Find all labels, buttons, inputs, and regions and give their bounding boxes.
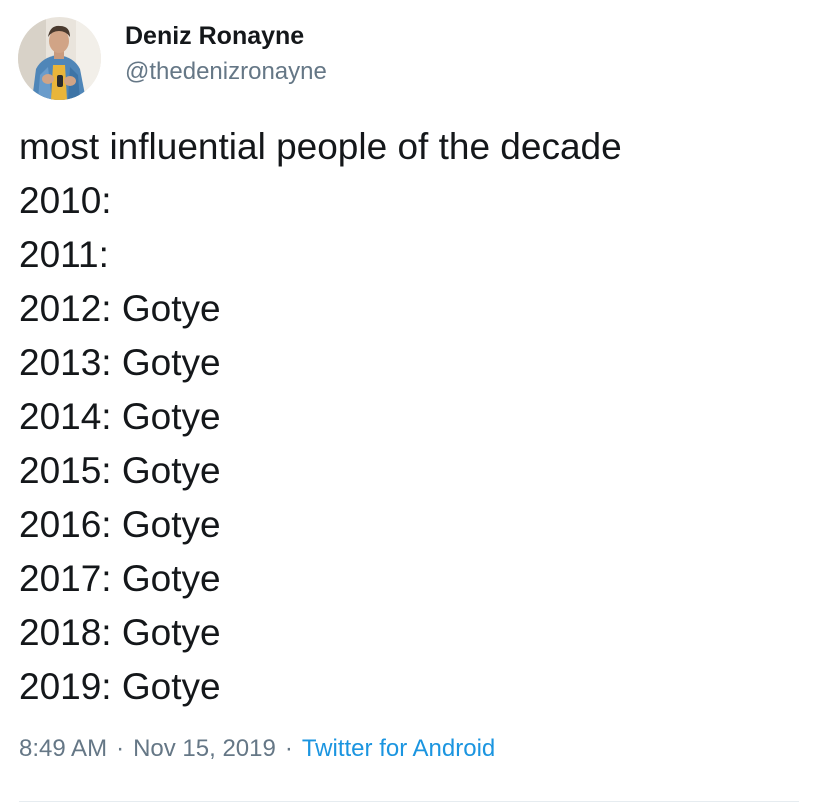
tweet-text: most influential people of the decade 20… — [19, 120, 799, 714]
tweet-line: 2018: Gotye — [19, 612, 221, 653]
author-handle[interactable]: @thedenizronayne — [125, 58, 327, 86]
tweet-date-link[interactable]: Nov 15, 2019 — [133, 735, 276, 762]
tweet-time-link[interactable]: 8:49 AM — [19, 735, 107, 762]
author-name[interactable]: Deniz Ronayne — [125, 22, 304, 51]
tweet-line: 2011: — [19, 234, 109, 275]
tweet-source-link[interactable]: Twitter for Android — [302, 735, 495, 762]
tweet-line: 2010: — [19, 180, 112, 221]
tweet-line: 2014: Gotye — [19, 396, 221, 437]
divider — [19, 801, 799, 802]
tweet-line: 2019: Gotye — [19, 666, 221, 707]
tweet-line: 2013: Gotye — [19, 342, 221, 383]
meta-separator: · — [284, 735, 293, 762]
tweet-line: most influential people of the decade — [19, 126, 622, 167]
tweet-line: 2015: Gotye — [19, 450, 221, 491]
tweet-meta: 8:49 AM · Nov 15, 2019 · Twitter for Android — [19, 735, 495, 763]
tweet-line: 2012: Gotye — [19, 288, 221, 329]
avatar-photo-icon — [18, 17, 101, 100]
avatar[interactable] — [18, 17, 101, 100]
tweet-line: 2016: Gotye — [19, 504, 221, 545]
tweet-card: Deniz Ronayne @thedenizronayne most infl… — [0, 0, 814, 810]
meta-separator: · — [116, 735, 125, 762]
tweet-line: 2017: Gotye — [19, 558, 221, 599]
